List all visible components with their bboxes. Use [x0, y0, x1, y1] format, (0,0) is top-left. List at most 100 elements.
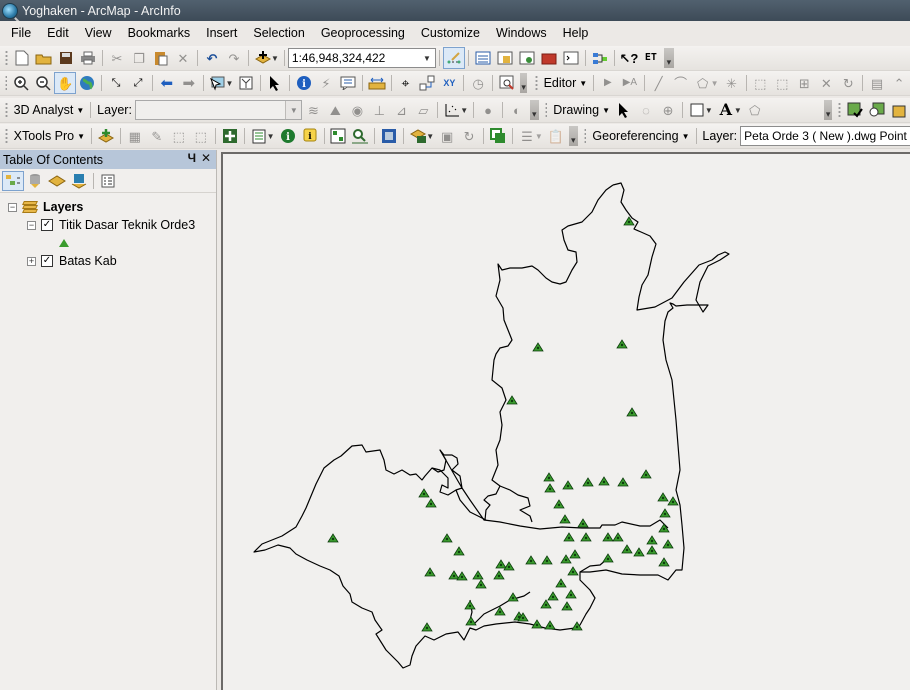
point-center [422, 492, 426, 496]
survey-point-marker[interactable] [560, 554, 572, 564]
point-center [551, 595, 555, 599]
survey-point-marker[interactable] [646, 545, 658, 555]
point-center [529, 559, 533, 563]
point-center [567, 536, 571, 540]
survey-point-marker[interactable] [602, 553, 614, 563]
point-center [545, 559, 549, 563]
point-center [581, 522, 585, 526]
survey-point-marker[interactable] [495, 559, 507, 569]
point-center [637, 551, 641, 555]
survey-point-marker[interactable] [640, 469, 652, 479]
point-center [331, 537, 335, 541]
survey-point-marker[interactable] [506, 395, 518, 405]
point-center [468, 604, 472, 608]
point-center [566, 484, 570, 488]
point-center [586, 481, 590, 485]
point-center [479, 583, 483, 587]
point-center [569, 593, 573, 597]
survey-point-marker[interactable] [561, 601, 573, 611]
point-center [666, 543, 670, 547]
map-display[interactable] [221, 152, 910, 690]
survey-point-marker[interactable] [657, 492, 669, 502]
district-boundary-north [483, 184, 614, 521]
map-canvas[interactable] [0, 0, 910, 690]
point-center [544, 603, 548, 607]
survey-point-marker[interactable] [525, 555, 537, 565]
survey-point-marker[interactable] [503, 561, 515, 571]
survey-point-marker[interactable] [421, 622, 433, 632]
survey-point-marker[interactable] [562, 480, 574, 490]
survey-point-marker[interactable] [658, 557, 670, 567]
point-center [457, 550, 461, 554]
survey-point-marker[interactable] [565, 589, 577, 599]
survey-point-marker[interactable] [448, 570, 460, 580]
point-center [565, 605, 569, 609]
point-center [662, 561, 666, 565]
point-center [584, 536, 588, 540]
survey-point-marker[interactable] [493, 570, 505, 580]
point-center [548, 487, 552, 491]
survey-point-marker[interactable] [553, 499, 565, 509]
survey-point-marker[interactable] [569, 549, 581, 559]
point-center [671, 500, 675, 504]
point-center [602, 480, 606, 484]
survey-point-marker[interactable] [621, 544, 633, 554]
survey-point-marker[interactable] [464, 600, 476, 610]
survey-point-marker[interactable] [633, 547, 645, 557]
point-center [507, 565, 511, 569]
survey-point-marker[interactable] [598, 476, 610, 486]
survey-point-marker[interactable] [544, 620, 556, 630]
point-center [559, 582, 563, 586]
survey-point-marker[interactable] [465, 616, 477, 626]
survey-point-marker[interactable] [577, 518, 589, 528]
point-center [476, 574, 480, 578]
survey-point-marker[interactable] [547, 591, 559, 601]
survey-point-marker[interactable] [612, 532, 624, 542]
survey-point-marker[interactable] [617, 477, 629, 487]
point-center [564, 558, 568, 562]
survey-point-marker[interactable] [602, 532, 614, 542]
survey-point-marker[interactable] [559, 514, 571, 524]
survey-point-marker[interactable] [424, 567, 436, 577]
survey-point-marker[interactable] [472, 570, 484, 580]
point-center [620, 343, 624, 347]
survey-point-marker[interactable] [567, 566, 579, 576]
survey-point-marker[interactable] [541, 555, 553, 565]
survey-point-marker[interactable] [659, 508, 671, 518]
survey-point-marker[interactable] [544, 483, 556, 493]
point-center [497, 574, 501, 578]
point-center [663, 512, 667, 516]
point-center [571, 570, 575, 574]
survey-point-marker[interactable] [540, 599, 552, 609]
point-center [511, 596, 515, 600]
district-boundary-middle [431, 449, 533, 523]
point-center [460, 575, 464, 579]
point-center [621, 481, 625, 485]
point-center [536, 346, 540, 350]
point-center [535, 623, 539, 627]
survey-point-marker[interactable] [662, 539, 674, 549]
survey-point-marker[interactable] [425, 498, 437, 508]
survey-point-marker[interactable] [563, 532, 575, 542]
point-center [498, 610, 502, 614]
survey-point-marker[interactable] [616, 339, 628, 349]
titik-dasar-teknik-points [327, 216, 679, 632]
survey-point-marker[interactable] [475, 579, 487, 589]
survey-point-marker[interactable] [456, 571, 468, 581]
survey-point-marker[interactable] [418, 488, 430, 498]
survey-point-marker[interactable] [531, 619, 543, 629]
survey-point-marker[interactable] [626, 407, 638, 417]
survey-point-marker[interactable] [441, 533, 453, 543]
survey-point-marker[interactable] [555, 578, 567, 588]
survey-point-marker[interactable] [532, 342, 544, 352]
survey-point-marker[interactable] [582, 477, 594, 487]
point-center [469, 620, 473, 624]
point-center [499, 563, 503, 567]
survey-point-marker[interactable] [646, 535, 658, 545]
survey-point-marker[interactable] [580, 532, 592, 542]
survey-point-marker[interactable] [667, 496, 679, 506]
survey-point-marker[interactable] [507, 592, 519, 602]
survey-point-marker[interactable] [327, 533, 339, 543]
survey-point-marker[interactable] [453, 546, 465, 556]
survey-point-marker[interactable] [543, 472, 555, 482]
